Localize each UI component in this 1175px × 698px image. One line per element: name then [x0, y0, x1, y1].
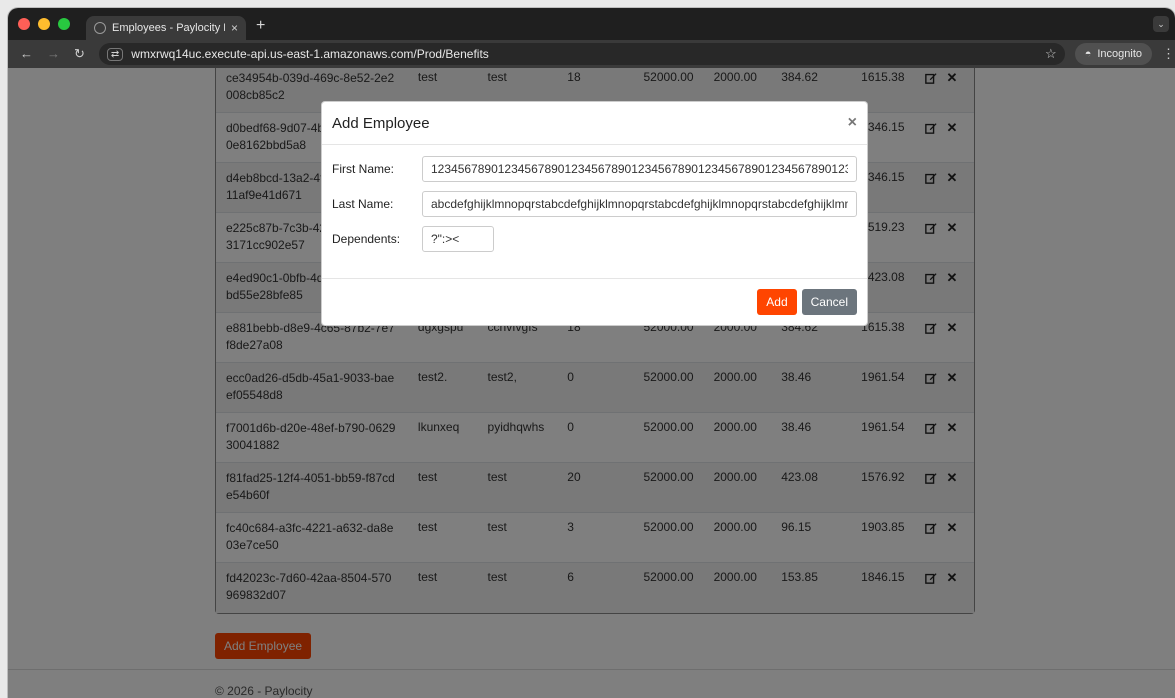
dependents-label: Dependents: [332, 232, 401, 246]
incognito-label: Incognito [1097, 48, 1142, 60]
minimize-window-button[interactable] [38, 18, 50, 30]
add-button[interactable]: Add [757, 289, 797, 315]
add-employee-modal: Add Employee × First Name: Last Name: De… [321, 101, 868, 326]
address-bar-row: ← → ↻ ⇄ wmxrwq14uc.execute-api.us-east-1… [8, 40, 1175, 68]
browser-window: Employees - Paylocity Benefi × + ⌄ ← → ↻… [8, 8, 1175, 698]
modal-title: Add Employee [332, 114, 430, 132]
back-arrow-icon[interactable]: ← [20, 46, 33, 62]
cancel-button[interactable]: Cancel [801, 289, 857, 315]
dependents-input[interactable] [422, 226, 494, 252]
modal-footer: Add Cancel [322, 279, 867, 325]
navigation-buttons: ← → ↻ [20, 46, 85, 62]
address-bar[interactable]: ⇄ wmxrwq14uc.execute-api.us-east-1.amazo… [98, 43, 1065, 65]
dependents-row: Dependents: [332, 226, 857, 252]
browser-tab[interactable]: Employees - Paylocity Benefi × [86, 16, 246, 40]
first-name-input[interactable] [422, 156, 857, 182]
close-icon[interactable]: × [848, 114, 857, 132]
last-name-input[interactable] [422, 191, 857, 217]
maximize-window-button[interactable] [58, 18, 70, 30]
last-name-label: Last Name: [332, 197, 394, 211]
modal-header: Add Employee × [322, 102, 867, 145]
tab-title: Employees - Paylocity Benefi [112, 22, 225, 34]
site-settings-icon[interactable]: ⇄ [106, 47, 124, 61]
first-name-label: First Name: [332, 162, 395, 176]
tab-close-icon[interactable]: × [231, 21, 238, 35]
first-name-row: First Name: [332, 156, 857, 182]
reload-icon[interactable]: ↻ [74, 46, 85, 62]
title-bar: Employees - Paylocity Benefi × + ⌄ [8, 8, 1175, 40]
last-name-row: Last Name: [332, 191, 857, 217]
modal-body: First Name: Last Name: Dependents: [322, 145, 867, 279]
close-window-button[interactable] [18, 18, 30, 30]
window-controls [18, 18, 70, 30]
incognito-icon: ◓ [1084, 48, 1092, 60]
more-menu-icon[interactable]: ⋮ [1162, 46, 1175, 62]
globe-icon [94, 22, 106, 34]
incognito-badge[interactable]: ◓ Incognito [1074, 43, 1152, 65]
tab-search-dropdown-icon[interactable]: ⌄ [1153, 16, 1169, 32]
bookmark-star-icon[interactable]: ☆ [1045, 46, 1057, 62]
page-content: ce34954b-039d-469c-8e52-2e2008cb85c2test… [8, 68, 1175, 698]
new-tab-button[interactable]: + [256, 17, 265, 35]
forward-arrow-icon[interactable]: → [47, 46, 60, 62]
url-text: wmxrwq14uc.execute-api.us-east-1.amazona… [131, 47, 489, 61]
